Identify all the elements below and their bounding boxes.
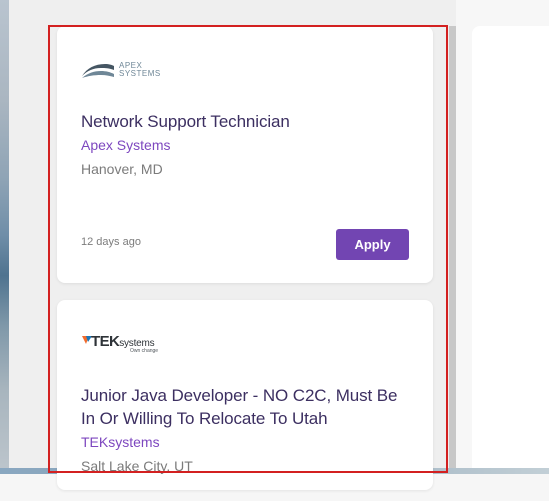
apex-logo-text-line-2: SYSTEMS	[119, 69, 161, 78]
job-title[interactable]: Network Support Technician	[81, 110, 396, 133]
job-location: Hanover, MD	[81, 161, 163, 177]
job-card[interactable]: APEX SYSTEMS Network Support Technician …	[57, 26, 433, 283]
job-title[interactable]: Junior Java Developer - NO C2C, Must Be …	[81, 384, 406, 430]
job-location: Salt Lake City, UT	[81, 458, 193, 474]
teksystems-logo: TEKsystems Own change	[81, 333, 181, 357]
teksystems-tagline: Own change	[130, 348, 159, 354]
company-name[interactable]: Apex Systems	[81, 136, 170, 154]
posted-date: 12 days ago	[81, 236, 141, 248]
job-card[interactable]: TEKsystems Own change Junior Java Develo…	[57, 300, 433, 490]
apex-logo-icon	[82, 64, 114, 78]
background-photo-strip	[0, 0, 9, 501]
job-detail-panel	[472, 26, 549, 468]
apex-systems-logo: APEX SYSTEMS	[81, 56, 171, 84]
apply-button[interactable]: Apply	[336, 229, 409, 260]
teksystems-brand-bold: TEK	[91, 333, 120, 350]
apex-logo-text: APEX SYSTEMS	[119, 62, 161, 78]
company-name[interactable]: TEKsystems	[81, 433, 160, 451]
job-search-screen: APEX SYSTEMS Network Support Technician …	[0, 0, 549, 501]
results-panel-shadow	[449, 26, 456, 468]
